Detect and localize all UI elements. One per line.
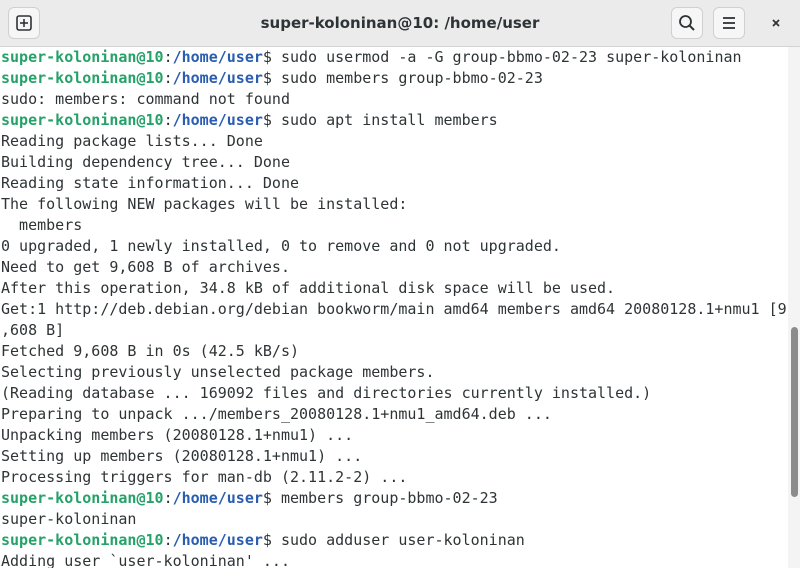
prompt-user: super-koloninan@10	[1, 111, 164, 129]
output-text: Fetched 9,608 B in 0s (42.5 kB/s)	[1, 342, 300, 360]
prompt-symbol: $	[262, 489, 281, 507]
prompt-separator: :	[163, 489, 173, 507]
output-line: Reading package lists... Done	[0, 131, 788, 152]
command-text: sudo adduser user-koloninan	[280, 531, 525, 549]
prompt-separator: :	[163, 69, 173, 87]
output-text: Processing triggers for man-db (2.11.2-2…	[1, 468, 408, 486]
terminal-output[interactable]: super-koloninan@10:/home/user$ sudo user…	[0, 47, 788, 568]
output-text: super-koloninan	[1, 510, 137, 528]
prompt-user: super-koloninan@10	[1, 489, 164, 507]
output-line: 0 upgraded, 1 newly installed, 0 to remo…	[0, 236, 788, 257]
output-line: Selecting previously unselected package …	[0, 362, 788, 383]
prompt-user: super-koloninan@10	[1, 48, 164, 66]
prompt-line: super-koloninan@10:/home/user$ sudo user…	[0, 47, 788, 68]
prompt-line: super-koloninan@10:/home/user$ members g…	[0, 488, 788, 509]
output-text: Unpacking members (20080128.1+nmu1) ...	[1, 426, 354, 444]
output-line: Need to get 9,608 B of archives.	[0, 257, 788, 278]
output-line: Processing triggers for man-db (2.11.2-2…	[0, 467, 788, 488]
output-text: ,608 B]	[1, 321, 65, 339]
prompt-separator: :	[163, 48, 173, 66]
output-text: Preparing to unpack .../members_20080128…	[1, 405, 552, 423]
output-text: The following NEW packages will be insta…	[1, 195, 408, 213]
output-text: Need to get 9,608 B of archives.	[1, 258, 290, 276]
output-text: sudo: members: command not found	[1, 90, 290, 108]
prompt-separator: :	[163, 531, 173, 549]
command-text: sudo usermod -a -G group-bbmo-02-23 supe…	[280, 48, 742, 66]
command-text: members group-bbmo-02-23	[280, 489, 498, 507]
prompt-line: super-koloninan@10:/home/user$ sudo addu…	[0, 530, 788, 551]
command-text: sudo apt install members	[280, 111, 498, 129]
output-line: super-koloninan	[0, 509, 788, 530]
output-text: Adding user `user-koloninan' ...	[1, 552, 290, 568]
prompt-symbol: $	[262, 48, 281, 66]
prompt-path: /home/user	[172, 531, 263, 549]
output-line: (Reading database ... 169092 files and d…	[0, 383, 788, 404]
prompt-symbol: $	[262, 111, 281, 129]
header-bar: super-koloninan@10: /home/user	[0, 0, 800, 47]
command-text: sudo members group-bbmo-02-23	[280, 69, 543, 87]
output-line: Adding user `user-koloninan' ...	[0, 551, 788, 568]
output-line: Unpacking members (20080128.1+nmu1) ...	[0, 425, 788, 446]
scrollbar-thumb[interactable]	[791, 327, 798, 497]
output-text: After this operation, 34.8 kB of additio…	[1, 279, 616, 297]
close-icon	[772, 19, 780, 27]
prompt-user: super-koloninan@10	[1, 69, 164, 87]
output-line: After this operation, 34.8 kB of additio…	[0, 278, 788, 299]
prompt-path: /home/user	[172, 48, 263, 66]
output-line: sudo: members: command not found	[0, 89, 788, 110]
output-line: ,608 B]	[0, 320, 788, 341]
prompt-path: /home/user	[172, 111, 263, 129]
output-text: Selecting previously unselected package …	[1, 363, 435, 381]
prompt-line: super-koloninan@10:/home/user$ sudo memb…	[0, 68, 788, 89]
hamburger-menu-icon	[723, 17, 735, 29]
close-button[interactable]	[760, 7, 792, 39]
output-text: Setting up members (20080128.1+nmu1) ...	[1, 447, 363, 465]
output-text: Get:1 http://deb.debian.org/debian bookw…	[1, 300, 787, 318]
output-text: (Reading database ... 169092 files and d…	[1, 384, 652, 402]
menu-button[interactable]	[713, 7, 745, 39]
output-text: Building dependency tree... Done	[1, 153, 290, 171]
output-line: Reading state information... Done	[0, 173, 788, 194]
prompt-path: /home/user	[172, 489, 263, 507]
prompt-path: /home/user	[172, 69, 263, 87]
prompt-line: super-koloninan@10:/home/user$ sudo apt …	[0, 110, 788, 131]
prompt-symbol: $	[262, 69, 281, 87]
output-text: Reading state information... Done	[1, 174, 300, 192]
scrollbar[interactable]	[788, 47, 800, 568]
output-line: The following NEW packages will be insta…	[0, 194, 788, 215]
output-text: 0 upgraded, 1 newly installed, 0 to remo…	[1, 237, 561, 255]
output-text: Reading package lists... Done	[1, 132, 263, 150]
output-line: Setting up members (20080128.1+nmu1) ...	[0, 446, 788, 467]
output-line: Preparing to unpack .../members_20080128…	[0, 404, 788, 425]
output-line: members	[0, 215, 788, 236]
prompt-symbol: $	[262, 531, 281, 549]
search-icon	[679, 15, 695, 31]
output-line: Fetched 9,608 B in 0s (42.5 kB/s)	[0, 341, 788, 362]
prompt-separator: :	[163, 111, 173, 129]
output-text: members	[1, 216, 83, 234]
search-button[interactable]	[671, 7, 703, 39]
prompt-user: super-koloninan@10	[1, 531, 164, 549]
output-line: Building dependency tree... Done	[0, 152, 788, 173]
output-line: Get:1 http://deb.debian.org/debian bookw…	[0, 299, 788, 320]
